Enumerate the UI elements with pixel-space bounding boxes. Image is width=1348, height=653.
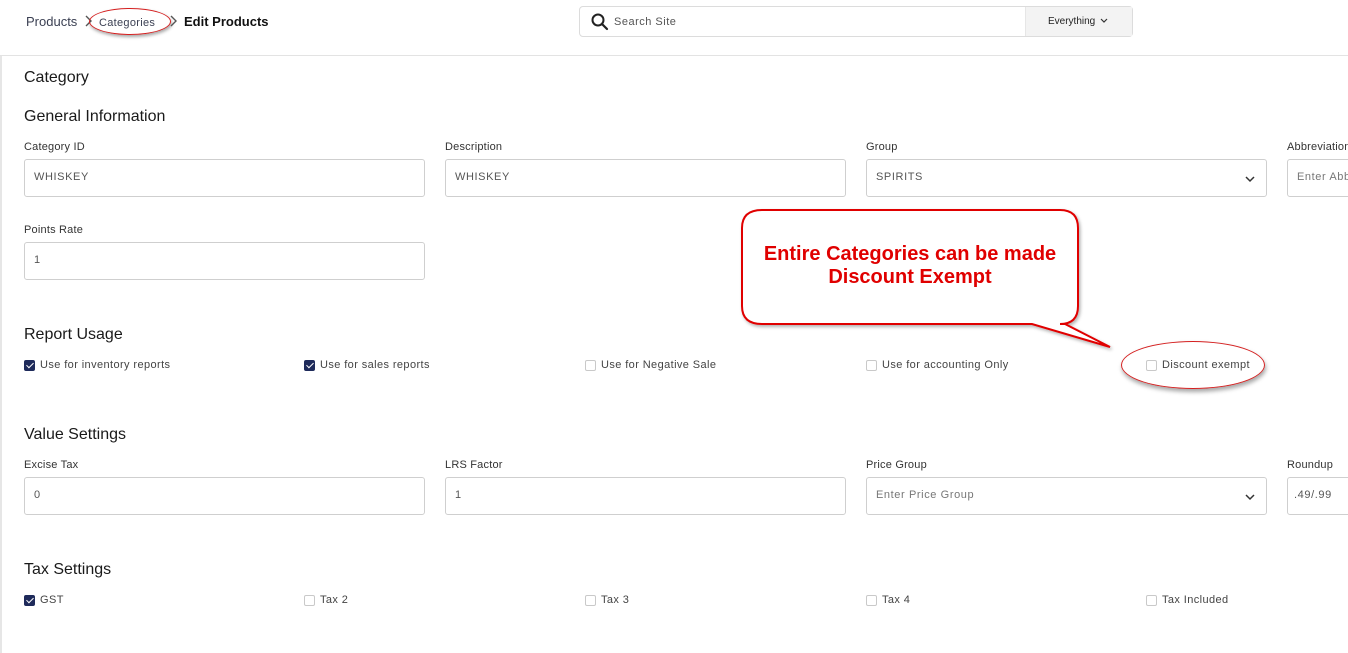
chevron-down-icon	[1100, 18, 1108, 23]
chevron-down-icon	[1245, 494, 1255, 501]
breadcrumb-products[interactable]: Products	[26, 14, 77, 30]
section-value-settings: Value Settings	[24, 426, 126, 443]
excise-tax-field[interactable]: 0	[24, 477, 425, 515]
checkbox-box	[304, 360, 315, 371]
checkbox-label: Use for inventory reports	[40, 359, 171, 371]
annotation-oval-discount-exempt	[1121, 341, 1265, 389]
roundup-field[interactable]: .49/.99	[1287, 477, 1348, 515]
checkbox-label: GST	[40, 594, 64, 606]
checkbox-box	[24, 360, 35, 371]
top-header: Products Categories Edit Products Everyt…	[0, 0, 1348, 56]
checkbox-box	[585, 360, 596, 371]
annotation-line-2: Discount Exempt	[828, 266, 992, 288]
search-scope-dropdown[interactable]: Everything	[1025, 7, 1132, 36]
price-group-placeholder: Enter Price Group	[876, 489, 975, 501]
site-search: Everything	[579, 6, 1133, 37]
category-id-label: Category ID	[24, 141, 85, 153]
chevron-down-icon	[1245, 176, 1255, 183]
points-rate-field[interactable]: 1	[24, 242, 425, 280]
abbreviation-placeholder: Enter Abb	[1297, 171, 1348, 183]
excise-tax-label: Excise Tax	[24, 459, 79, 471]
excise-tax-value: 0	[34, 489, 41, 501]
checkbox-box	[304, 595, 315, 606]
section-general-information: General Information	[24, 108, 166, 125]
annotation-callout-text: Entire Categories can be made Discount E…	[745, 243, 1075, 289]
checkbox-label: Use for Negative Sale	[601, 359, 717, 371]
checkbox-label: Tax 3	[601, 594, 630, 606]
search-input[interactable]	[614, 11, 1014, 33]
checkbox-label: Tax 2	[320, 594, 349, 606]
section-report-usage: Report Usage	[24, 326, 123, 343]
lrs-factor-field[interactable]: 1	[445, 477, 846, 515]
checkbox-label: Use for sales reports	[320, 359, 430, 371]
abbreviation-label: Abbreviation	[1287, 141, 1348, 153]
description-field[interactable]: WHISKEY	[445, 159, 846, 197]
abbreviation-field[interactable]: Enter Abb	[1287, 159, 1348, 197]
description-value: WHISKEY	[455, 171, 510, 183]
group-label: Group	[866, 141, 898, 153]
checkbox-label: Tax 4	[882, 594, 911, 606]
category-id-value: WHISKEY	[34, 171, 89, 183]
checkbox-label: Use for accounting Only	[882, 359, 1009, 371]
points-rate-label: Points Rate	[24, 224, 84, 236]
category-id-field[interactable]: WHISKEY	[24, 159, 425, 197]
page-title: Category	[24, 69, 89, 86]
search-scope-label: Everything	[1048, 16, 1096, 27]
price-group-label: Price Group	[866, 459, 927, 471]
checkbox-box	[24, 595, 35, 606]
search-icon[interactable]	[590, 12, 610, 32]
checkbox-box	[585, 595, 596, 606]
checkbox-label: Tax Included	[1162, 594, 1229, 606]
page-left-border	[0, 0, 2, 653]
annotation-oval-categories	[89, 8, 171, 35]
annotation-line-1: Entire Categories can be made	[763, 243, 1057, 265]
points-rate-value: 1	[34, 254, 41, 266]
chevron-right-icon	[170, 15, 177, 27]
roundup-value: .49/.99	[1294, 489, 1332, 501]
checkbox-box	[1146, 595, 1157, 606]
breadcrumb-current: Edit Products	[184, 14, 269, 29]
lrs-factor-value: 1	[455, 489, 462, 501]
section-tax-settings: Tax Settings	[24, 561, 112, 578]
description-label: Description	[445, 141, 503, 153]
group-value: SPIRITS	[876, 171, 923, 183]
checkbox-box	[866, 595, 877, 606]
checkbox-box	[866, 360, 877, 371]
lrs-factor-label: LRS Factor	[445, 459, 503, 471]
price-group-select[interactable]: Enter Price Group	[866, 477, 1267, 515]
roundup-label: Roundup	[1287, 459, 1334, 471]
group-select[interactable]: SPIRITS	[866, 159, 1267, 197]
